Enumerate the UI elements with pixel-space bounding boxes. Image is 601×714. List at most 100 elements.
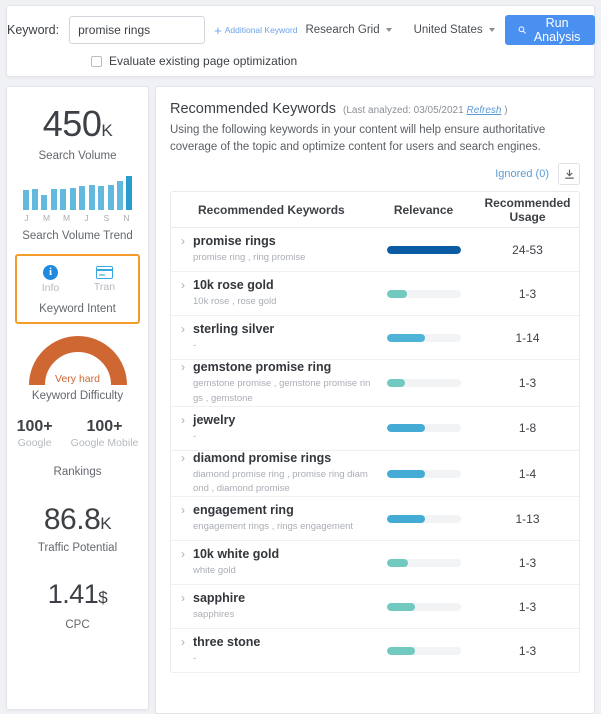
ignored-link[interactable]: Ignored (0) <box>495 168 549 180</box>
table-row[interactable]: › sapphire sapphires 1-3 <box>171 585 579 630</box>
table-body: › promise rings promise ring , ring promis… <box>171 228 579 674</box>
cpc-caption: CPC <box>65 619 90 631</box>
add-additional-keyword-button[interactable]: + Additional Keyword <box>214 24 297 37</box>
keyword-text: promise rings promise ring , ring promise <box>193 234 305 265</box>
table-row[interactable]: › jewelry - 1-8 <box>171 407 579 451</box>
download-icon <box>564 169 574 179</box>
trend-axis-tick: J <box>24 213 29 223</box>
table-row[interactable]: › gemstone promise ring gemstone promise ,… <box>171 360 579 407</box>
trend-caption-wrap: Search Volume Trend <box>7 230 148 242</box>
keyword-input[interactable] <box>69 16 206 44</box>
relevance-bar <box>386 602 461 611</box>
table-row[interactable]: › diamond promise rings diamond promise ri… <box>171 451 579 498</box>
ranking-google-value: 100+ <box>16 418 53 435</box>
keyword-cell: › jewelry - <box>171 413 371 444</box>
run-analysis-button[interactable]: Run Analysis <box>504 15 596 45</box>
chevron-right-icon[interactable]: › <box>181 591 185 606</box>
evaluate-checkbox-label: Evaluate existing page optimization <box>109 54 298 68</box>
chevron-right-icon[interactable]: › <box>181 234 185 249</box>
chevron-right-icon[interactable]: › <box>181 322 185 337</box>
keyword-cell: › sterling silver - <box>171 322 371 353</box>
keyword-variants: - <box>193 653 197 665</box>
run-analysis-label: Run Analysis <box>533 16 581 44</box>
ranking-google-mobile-label: Google Mobile <box>70 437 139 449</box>
chevron-right-icon[interactable]: › <box>181 360 185 375</box>
traffic-potential-value: 86.8K <box>43 503 112 536</box>
trend-axis-labels: JMMJSN <box>23 213 133 225</box>
keyword-name: promise rings <box>193 234 276 249</box>
recommended-usage-value: 1-3 <box>518 555 537 570</box>
table-row[interactable]: › engagement ring engagement rings , rings… <box>171 497 579 542</box>
table-row[interactable]: › 10k rose gold 10k rose , rose gold 1-3 <box>171 272 579 317</box>
chevron-right-icon[interactable]: › <box>181 503 185 518</box>
keyword-name: three stone <box>193 635 261 650</box>
recommended-usage-value: 1-8 <box>518 421 537 436</box>
keyword-name: engagement ring <box>193 503 294 518</box>
download-button[interactable] <box>558 163 580 186</box>
chevron-right-icon[interactable]: › <box>181 278 185 293</box>
additional-keyword-label: Additional Keyword <box>224 25 298 35</box>
search-volume-value: 450K <box>42 103 113 144</box>
recommended-keywords-panel: Recommended Keywords (Last analyzed: 03/… <box>155 86 595 714</box>
relevance-bar-fill <box>386 333 425 342</box>
plus-icon: + <box>214 22 222 38</box>
chevron-right-icon[interactable]: › <box>181 413 185 428</box>
chevron-down-icon <box>488 28 495 32</box>
panel-actions: Ignored (0) <box>170 163 580 186</box>
search-volume-trend-chart <box>22 176 133 210</box>
recommended-usage-value: 1-14 <box>515 330 540 345</box>
last-analyzed-text: (Last analyzed: 03/05/2021 <box>343 105 464 116</box>
rankings-row: 100+ Google 100+ Google Mobile <box>7 418 148 449</box>
relevance-cell <box>371 558 476 567</box>
search-icon <box>518 26 526 34</box>
relevance-bar-fill <box>386 245 461 254</box>
relevance-bar-fill <box>386 558 408 567</box>
keyword-text: engagement ring engagement rings , rings … <box>193 503 353 534</box>
recommended-usage-value: 1-3 <box>518 286 537 301</box>
intent-item-info[interactable]: i Info <box>34 265 68 294</box>
ranking-google-mobile: 100+ Google Mobile <box>71 418 139 449</box>
trend-axis-tick: M <box>62 213 71 223</box>
trend-axis-tick: S <box>103 213 110 223</box>
trend-bar <box>60 189 67 210</box>
trend-bar <box>107 185 114 210</box>
chevron-down-icon <box>385 28 392 32</box>
intent-icon-row: i Info Tran <box>17 265 138 294</box>
trend-bar <box>88 185 95 210</box>
trend-axis-tick: M <box>42 213 51 223</box>
keyword-variants: - <box>193 430 197 442</box>
chevron-right-icon[interactable]: › <box>181 547 185 562</box>
ranking-google-mobile-value: 100+ <box>86 418 123 435</box>
difficulty-rating: Very hard <box>55 373 100 385</box>
trend-bar <box>117 181 124 210</box>
metrics-sidebar: 450K Search Volume J M M J S N Search Volume … <box>6 86 149 710</box>
refresh-link[interactable]: Refresh <box>466 105 501 116</box>
column-header-keywords: Recommended Keywords <box>198 202 345 217</box>
rankings-caption: Rankings <box>53 466 102 478</box>
keyword-cell: › gemstone promise ring gemstone promise ,… <box>171 360 371 406</box>
keyword-variants: gemstone promise , gemstone promise ring… <box>193 378 371 404</box>
table-row[interactable]: › promise rings promise ring , ring promis… <box>171 228 579 273</box>
country-dropdown[interactable]: United States <box>414 24 495 36</box>
relevance-bar-fill <box>386 514 425 523</box>
relevance-bar <box>386 289 461 298</box>
table-row[interactable]: › three stone - 1-3 <box>171 629 579 674</box>
recommended-usage-value: 1-3 <box>518 376 537 391</box>
relevance-bar <box>386 379 461 388</box>
chevron-right-icon[interactable]: › <box>181 635 185 650</box>
country-label: United States <box>413 24 483 36</box>
evaluate-existing-page-checkbox[interactable] <box>91 55 102 67</box>
table-row[interactable]: › 10k white gold white gold 1-3 <box>171 541 579 586</box>
traffic-potential-caption: Traffic Potential <box>37 542 118 554</box>
intent-label-tran: Tran <box>93 281 116 293</box>
keyword-name: sapphire <box>193 591 246 606</box>
intent-item-transactional[interactable]: Tran <box>88 265 122 294</box>
search-volume-metric: 450K Search Volume <box>7 87 148 162</box>
research-grid-dropdown[interactable]: Research Grid <box>305 24 392 36</box>
table-row[interactable]: › sterling silver - 1-14 <box>171 316 579 361</box>
keyword-difficulty-metric: Very hard Keyword Difficulty <box>7 336 148 402</box>
keyword-variants: promise ring , ring promise <box>193 252 306 264</box>
ranking-google-label: Google <box>17 437 52 449</box>
chevron-right-icon[interactable]: › <box>181 451 185 466</box>
relevance-bar-fill <box>386 469 425 478</box>
